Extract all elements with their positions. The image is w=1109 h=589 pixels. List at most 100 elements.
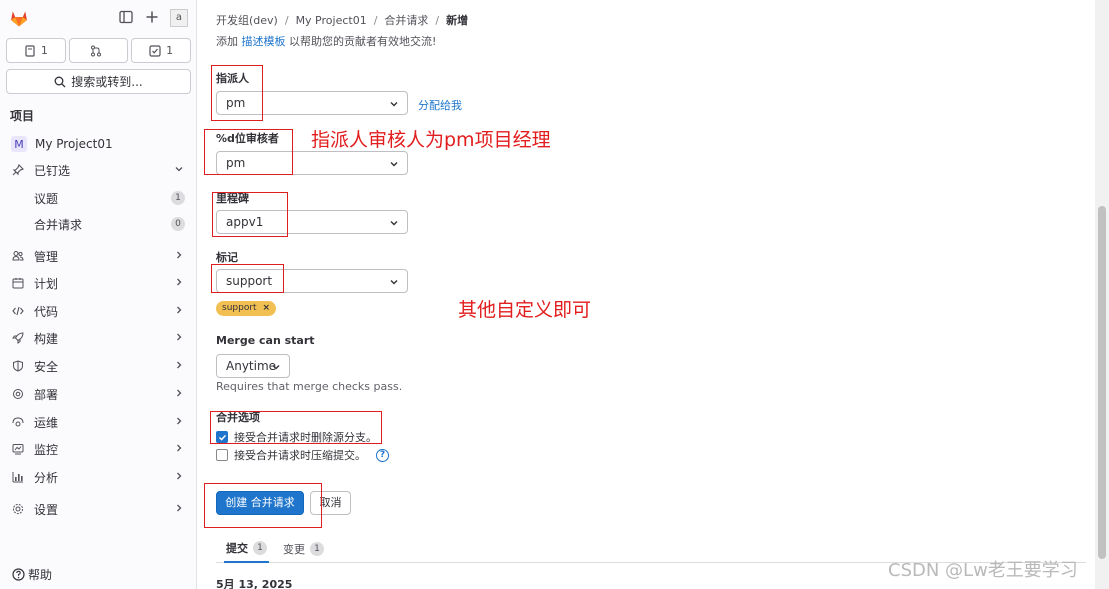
label-chip[interactable]: support × xyxy=(216,301,276,316)
sidebar-item-label: 监控 xyxy=(34,442,59,457)
annotation-box-merge-options xyxy=(210,411,382,444)
search-button[interactable]: 搜索或转到... xyxy=(6,69,191,94)
counters-bar: 1 1 xyxy=(6,38,192,63)
merge-can-start-dropdown[interactable]: Anytime xyxy=(216,354,290,378)
breadcrumb: 开发组(dev) / My Project01/合并请求 / 新增 xyxy=(216,14,469,27)
sidebar-toggle-icon[interactable] xyxy=(118,10,134,26)
chevron-right-icon xyxy=(177,444,182,452)
sidebar-item-operate[interactable]: 运维 xyxy=(4,409,193,435)
sidebar-item-settings[interactable]: 设置 xyxy=(4,496,193,522)
squash-commits-checkbox[interactable] xyxy=(216,449,228,461)
sidebar-item-code[interactable]: 代码 xyxy=(4,298,193,324)
sidebar-item-monitor[interactable]: 监控 xyxy=(4,436,193,462)
watermark: CSDN @Lw老王要学习 xyxy=(888,560,1078,581)
sidebar-item-label: My Project01 xyxy=(35,137,113,151)
label-chip-text: support xyxy=(222,303,257,313)
help-label: 帮助 xyxy=(28,568,53,582)
description-template-hint: 添加 描述模板 以帮助您的贡献者有效地交流! xyxy=(216,33,436,49)
sidebar-item-project[interactable]: M My Project01 xyxy=(4,131,193,157)
chevron-right-icon xyxy=(177,251,182,259)
description-template-link[interactable]: 描述模板 xyxy=(242,35,286,48)
tab-label: 提交 xyxy=(226,542,248,555)
merge-can-start-label: Merge can start xyxy=(216,334,315,347)
hint-text: 添加 xyxy=(216,35,242,48)
chevron-right-icon xyxy=(177,278,182,286)
sidebar-item-security[interactable]: 安全 xyxy=(4,353,193,379)
analytics-icon xyxy=(11,470,25,484)
annotation-box-labels xyxy=(211,264,284,293)
annotation-note-custom: 其他自定义即可 xyxy=(458,299,592,321)
scrollbar-thumb[interactable] xyxy=(1098,206,1106,559)
sidebar-item-manage[interactable]: 管理 xyxy=(4,243,193,269)
section-label-project: 项目 xyxy=(10,109,35,123)
avatar[interactable]: a xyxy=(170,9,188,27)
issues-count: 1 xyxy=(40,44,48,57)
sidebar-subitem-merge-requests[interactable]: 合并请求 0 xyxy=(4,211,193,237)
sidebar-item-label: 设置 xyxy=(34,502,59,517)
sidebar-subitem-label: 合并请求 xyxy=(34,217,83,232)
sidebar-item-build[interactable]: 构建 xyxy=(4,325,193,351)
chevron-down-icon xyxy=(390,280,398,285)
main-content: 开发组(dev) / My Project01/合并请求 / 新增 添加 描述模板 以帮… xyxy=(197,0,1095,589)
chevron-down-icon xyxy=(390,162,398,167)
users-icon xyxy=(11,249,25,263)
count-badge: 1 xyxy=(171,191,185,205)
annotation-note-reviewers: 指派人审核人为pm项目经理 xyxy=(311,129,551,151)
tab-count: 1 xyxy=(253,541,267,555)
sidebar: a 1 1 搜索或转到... 项目 M My Project01 已钉选 议题 … xyxy=(0,0,197,589)
sidebar-item-label: 构建 xyxy=(34,331,59,346)
sidebar-item-label: 已钉选 xyxy=(34,163,71,178)
deployments-icon xyxy=(11,387,25,401)
issues-icon xyxy=(25,44,35,57)
tab-commits[interactable]: 提交 1 xyxy=(224,535,269,563)
chart-icon xyxy=(11,442,25,456)
todos-counter[interactable]: 1 xyxy=(131,38,192,63)
sidebar-item-analyze[interactable]: 分析 xyxy=(4,464,193,490)
assign-to-me-link[interactable]: 分配给我 xyxy=(418,97,462,113)
sidebar-item-label: 代码 xyxy=(34,304,59,319)
annotation-box-milestone xyxy=(212,192,288,237)
page-scrollbar[interactable] xyxy=(1095,0,1109,589)
help-button[interactable]: 帮助 xyxy=(12,566,52,583)
squash-commits-label: 接受合并请求时压缩提交。 xyxy=(234,449,366,462)
sidebar-item-label: 安全 xyxy=(34,359,59,374)
count-badge: 0 xyxy=(171,217,185,231)
sidebar-item-plan[interactable]: 计划 xyxy=(4,270,193,296)
breadcrumb-item[interactable]: 合并请求 xyxy=(384,14,428,27)
breadcrumb-item[interactable]: 开发组(dev) xyxy=(216,14,278,27)
issues-counter[interactable]: 1 xyxy=(6,38,66,63)
chevron-right-icon xyxy=(177,361,182,369)
tab-label: 变更 xyxy=(283,543,305,556)
breadcrumb-current: 新增 xyxy=(446,14,469,27)
merge-requests-counter[interactable] xyxy=(68,38,129,63)
squash-commits-option[interactable]: 接受合并请求时压缩提交。 ? xyxy=(216,447,389,463)
question-icon[interactable]: ? xyxy=(376,448,389,462)
chevron-right-icon xyxy=(177,417,182,425)
commit-date-header: 5月 13, 2025 xyxy=(216,578,293,589)
breadcrumb-item[interactable]: My Project01 xyxy=(296,14,367,27)
plus-icon[interactable] xyxy=(144,10,160,26)
search-icon xyxy=(54,76,66,87)
annotation-box-create-button xyxy=(204,483,322,528)
rocket-icon xyxy=(11,331,25,345)
remove-label-icon[interactable]: × xyxy=(262,303,270,313)
annotation-box-reviewer xyxy=(204,129,293,175)
merge-can-start-help: Requires that merge checks pass. xyxy=(216,380,403,393)
monitor-icon xyxy=(11,415,25,429)
project-avatar: M xyxy=(11,136,27,152)
sidebar-topbar: a xyxy=(0,0,197,36)
help-icon xyxy=(12,568,25,581)
sidebar-item-label: 管理 xyxy=(34,249,59,264)
sidebar-item-label: 运维 xyxy=(34,415,59,430)
calendar-icon xyxy=(11,276,25,290)
todos-count: 1 xyxy=(166,44,174,57)
annotation-box-assignee xyxy=(211,65,263,121)
tab-count: 1 xyxy=(310,542,324,556)
sidebar-item-pinned[interactable]: 已钉选 xyxy=(4,157,193,183)
todo-icon xyxy=(149,44,161,57)
chevron-down-icon xyxy=(272,365,280,370)
tab-changes[interactable]: 变更 1 xyxy=(283,535,324,563)
gitlab-logo-icon[interactable] xyxy=(9,8,29,28)
sidebar-item-deploy[interactable]: 部署 xyxy=(4,381,193,407)
sidebar-subitem-issues[interactable]: 议题 1 xyxy=(4,185,193,211)
